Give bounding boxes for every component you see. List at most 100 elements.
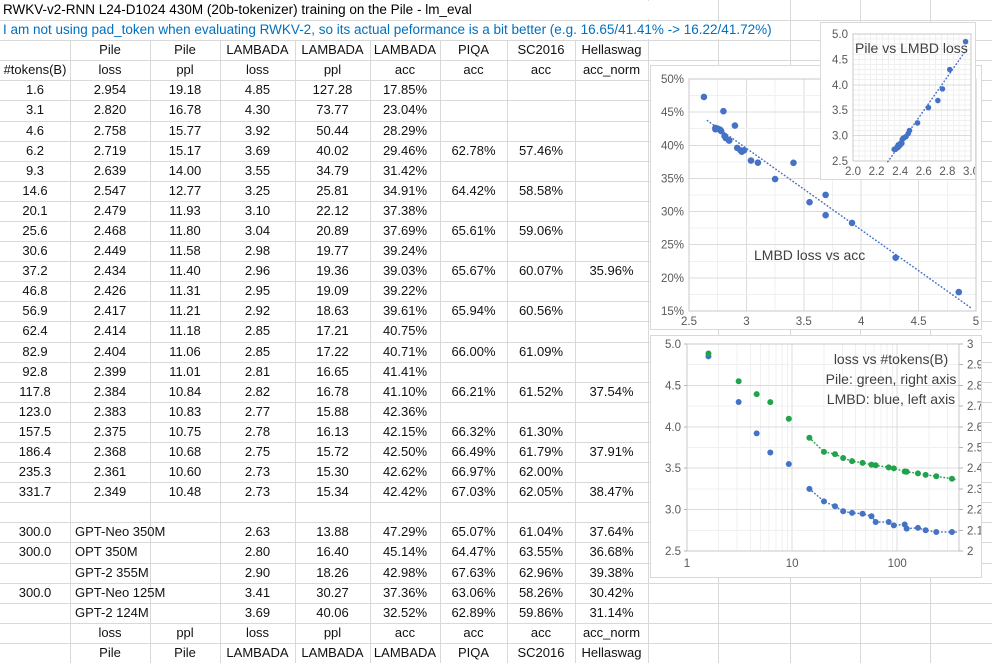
table-cell[interactable]: Hellaswag (575, 643, 648, 663)
table-cell[interactable]: 2.368 (70, 442, 150, 462)
table-cell[interactable]: 20.89 (295, 221, 370, 241)
table-cell[interactable]: 16.40 (295, 542, 370, 562)
table-cell[interactable]: 157.5 (0, 422, 70, 442)
table-cell[interactable]: 40.02 (295, 141, 370, 161)
table-cell[interactable]: acc_norm (575, 623, 648, 643)
table-cell[interactable]: LAMBADA (220, 643, 295, 663)
table-cell[interactable]: 2.547 (70, 181, 150, 201)
table-cell[interactable]: 2.349 (70, 482, 150, 502)
table-cell[interactable]: 14.00 (150, 161, 220, 181)
table-cell[interactable]: 2.85 (220, 342, 295, 362)
table-cell[interactable]: 42.62% (370, 462, 440, 482)
table-cell[interactable]: 61.04% (507, 522, 575, 542)
table-cell[interactable]: 3.10 (220, 201, 295, 221)
table-cell[interactable]: 15.88 (295, 402, 370, 422)
table-cell[interactable]: 2.98 (220, 241, 295, 261)
table-cell[interactable]: 42.42% (370, 482, 440, 502)
table-cell[interactable]: SC2016 (507, 643, 575, 663)
table-cell[interactable]: 11.80 (150, 221, 220, 241)
table-cell[interactable]: 4.85 (220, 80, 295, 100)
table-cell[interactable]: LAMBADA (370, 40, 440, 60)
table-cell[interactable]: 65.07% (440, 522, 507, 542)
table-cell[interactable]: 37.36% (370, 583, 440, 603)
table-cell[interactable]: 56.9 (0, 301, 70, 321)
table-cell[interactable]: 2.404 (70, 342, 150, 362)
table-cell[interactable]: Pile (70, 40, 150, 60)
table-cell[interactable]: 61.30% (507, 422, 575, 442)
table-cell[interactable]: 50.44 (295, 121, 370, 141)
table-cell[interactable]: 66.49% (440, 442, 507, 462)
table-cell[interactable]: 2.73 (220, 462, 295, 482)
table-cell[interactable]: 34.91% (370, 181, 440, 201)
table-cell[interactable]: 34.79 (295, 161, 370, 181)
table-cell[interactable]: 2.434 (70, 261, 150, 281)
table-cell[interactable]: 1.6 (0, 80, 70, 100)
table-cell[interactable]: 9.3 (0, 161, 70, 181)
table-cell[interactable]: 17.21 (295, 321, 370, 341)
table-cell[interactable]: 40.71% (370, 342, 440, 362)
table-cell[interactable]: 23.04% (370, 100, 440, 120)
table-cell[interactable]: 2.449 (70, 241, 150, 261)
table-cell[interactable]: 62.96% (507, 563, 575, 583)
table-cell[interactable]: 46.8 (0, 281, 70, 301)
table-cell[interactable]: 65.61% (440, 221, 507, 241)
table-cell[interactable]: 19.18 (150, 80, 220, 100)
sheet-note-cell[interactable]: I am not using pad_token when evaluating… (3, 20, 772, 40)
table-cell[interactable]: 15.30 (295, 462, 370, 482)
table-cell[interactable]: 10.60 (150, 462, 220, 482)
table-cell[interactable]: 6.2 (0, 141, 70, 161)
table-cell[interactable]: 3.25 (220, 181, 295, 201)
table-cell[interactable]: 30.27 (295, 583, 370, 603)
table-cell[interactable]: loss (220, 623, 295, 643)
table-cell[interactable]: 30.42% (575, 583, 648, 603)
table-cell[interactable]: 10.48 (150, 482, 220, 502)
table-cell[interactable]: 36.68% (575, 542, 648, 562)
table-cell[interactable]: 16.78 (150, 100, 220, 120)
table-cell[interactable]: 25.81 (295, 181, 370, 201)
table-cell[interactable]: 2.361 (70, 462, 150, 482)
table-cell[interactable]: 2.63 (220, 522, 295, 542)
table-cell[interactable]: Pile (150, 40, 220, 60)
table-cell[interactable]: 2.820 (70, 100, 150, 120)
table-cell[interactable]: 35.96% (575, 261, 648, 281)
table-cell[interactable]: 3.69 (220, 141, 295, 161)
table-cell[interactable]: 22.12 (295, 201, 370, 221)
table-cell[interactable]: GPT-2 355M (70, 563, 225, 583)
table-cell[interactable]: 30.6 (0, 241, 70, 261)
table-cell[interactable]: 2.77 (220, 402, 295, 422)
table-cell[interactable]: 19.77 (295, 241, 370, 261)
table-cell[interactable]: 15.17 (150, 141, 220, 161)
table-cell[interactable]: Pile (70, 643, 150, 663)
table-cell[interactable]: 39.38% (575, 563, 648, 583)
table-cell[interactable]: 15.77 (150, 121, 220, 141)
table-cell[interactable]: 17.22 (295, 342, 370, 362)
table-cell[interactable]: 3.55 (220, 161, 295, 181)
table-cell[interactable]: 17.85% (370, 80, 440, 100)
table-cell[interactable]: SC2016 (507, 40, 575, 60)
table-cell[interactable]: ppl (150, 60, 220, 80)
table-cell[interactable]: acc (507, 60, 575, 80)
table-cell[interactable]: 31.14% (575, 603, 648, 623)
table-cell[interactable]: 19.36 (295, 261, 370, 281)
table-cell[interactable]: 63.55% (507, 542, 575, 562)
table-cell[interactable]: 11.31 (150, 281, 220, 301)
table-cell[interactable]: 82.9 (0, 342, 70, 362)
table-cell[interactable]: GPT-Neo 125M (70, 583, 225, 603)
table-cell[interactable]: ppl (150, 623, 220, 643)
table-cell[interactable]: 37.64% (575, 522, 648, 542)
table-cell[interactable]: 2.639 (70, 161, 150, 181)
table-cell[interactable]: ppl (295, 60, 370, 80)
table-cell[interactable]: acc (440, 623, 507, 643)
table-cell[interactable]: 62.89% (440, 603, 507, 623)
table-cell[interactable]: 300.0 (0, 522, 70, 542)
table-cell[interactable]: LAMBADA (370, 643, 440, 663)
table-cell[interactable]: 63.06% (440, 583, 507, 603)
table-cell[interactable]: 39.22% (370, 281, 440, 301)
table-cell[interactable]: 3.92 (220, 121, 295, 141)
table-cell[interactable]: 62.00% (507, 462, 575, 482)
table-cell[interactable]: 123.0 (0, 402, 70, 422)
table-cell[interactable]: 18.63 (295, 301, 370, 321)
table-cell[interactable]: 64.47% (440, 542, 507, 562)
table-cell[interactable]: #tokens(B) (0, 60, 70, 80)
table-cell[interactable]: acc (370, 60, 440, 80)
